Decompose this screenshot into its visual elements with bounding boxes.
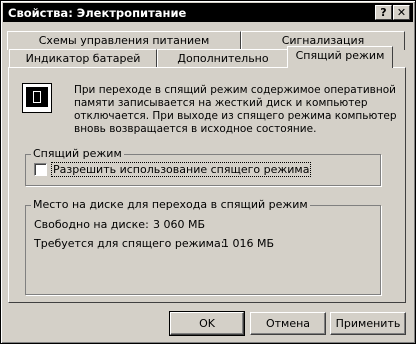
tab-advanced[interactable]: Дополнительно xyxy=(157,49,289,68)
close-button[interactable]: ✕ xyxy=(393,5,410,20)
window-title: Свойства: Электропитание xyxy=(8,6,187,20)
info-line: вновь возвращается в исходное состояние. xyxy=(74,123,317,135)
info-line: памяти записывается на жесткий диск и ко… xyxy=(74,97,368,109)
enable-hibernate-checkbox[interactable] xyxy=(34,163,47,176)
free-disk-label: Свободно на диске: xyxy=(34,218,149,231)
required-space-value: 1 016 МБ xyxy=(222,237,275,250)
ok-button[interactable]: OK xyxy=(169,311,245,336)
apply-button[interactable]: Применить xyxy=(330,312,406,335)
hibernate-icon xyxy=(22,83,52,113)
enable-hibernate-label[interactable]: Разрешить использование спящего режима xyxy=(50,162,312,177)
help-button[interactable]: ? xyxy=(375,5,392,20)
tab-hibernate[interactable]: Спящий режим xyxy=(287,46,393,68)
info-line: отключается. При выходе из спящего режим… xyxy=(74,110,397,122)
tab-power-schemes[interactable]: Схемы управления питанием xyxy=(7,31,241,50)
title-bar[interactable]: Свойства: Электропитание ? ✕ xyxy=(3,3,413,22)
tab-battery-meter[interactable]: Индикатор батарей xyxy=(9,49,157,68)
free-disk-value: 3 060 МБ xyxy=(153,218,206,231)
required-space-label: Требуется для спящего режима: xyxy=(34,237,225,250)
info-line: При переходе в спящий режим содержимое о… xyxy=(74,84,396,96)
hibernate-groupbox-title: Спящий режим xyxy=(31,147,124,160)
info-text: При переходе в спящий режим содержимое о… xyxy=(74,84,397,136)
disk-space-groupbox-title: Место на диске для перехода в спящий реж… xyxy=(31,198,310,211)
cancel-button[interactable]: Отмена xyxy=(250,312,326,335)
